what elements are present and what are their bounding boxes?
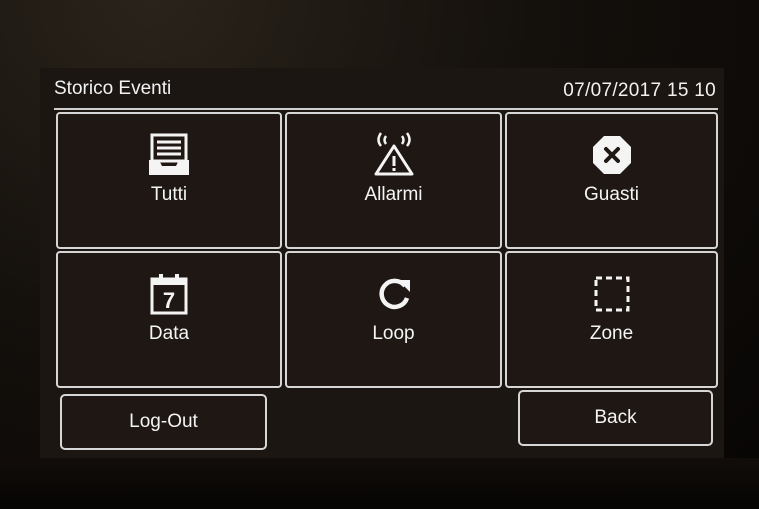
device-bezel-bottom [0, 458, 759, 509]
tile-label: Loop [372, 323, 415, 344]
touch-screen: Storico Eventi 07/07/2017 15 10 Tutti Al… [40, 68, 724, 458]
tile-allarmi[interactable]: Allarmi [285, 112, 502, 249]
alarm-warning-icon [369, 132, 419, 178]
tile-label: Guasti [584, 184, 639, 205]
tile-data[interactable]: 7 Data [56, 251, 282, 388]
tile-loop[interactable]: Loop [285, 251, 502, 388]
header-divider [54, 108, 718, 110]
tile-label: Zone [589, 323, 634, 344]
tile-label: Data [148, 323, 190, 344]
header-bar: Storico Eventi 07/07/2017 15 10 [40, 68, 724, 108]
tile-label: Tutti [150, 184, 188, 205]
loop-refresh-icon [369, 271, 419, 317]
event-filter-grid: Tutti Allarmi Guasti 7 Data Loop Zone [56, 112, 718, 388]
tile-guasti[interactable]: Guasti [505, 112, 718, 249]
zone-dashed-square-icon [587, 271, 637, 317]
tile-label: Allarmi [364, 184, 423, 205]
date-time-display: 07/07/2017 15 10 [563, 80, 716, 101]
back-button[interactable]: Back [518, 390, 713, 446]
calendar-day-number: 7 [163, 288, 175, 313]
page-title: Storico Eventi [54, 78, 172, 99]
tile-zone[interactable]: Zone [505, 251, 718, 388]
calendar-icon: 7 [144, 271, 194, 317]
fault-octagon-x-icon [587, 132, 637, 178]
logout-button[interactable]: Log-Out [60, 394, 267, 450]
inbox-tray-icon [144, 132, 194, 178]
tile-tutti[interactable]: Tutti [56, 112, 282, 249]
